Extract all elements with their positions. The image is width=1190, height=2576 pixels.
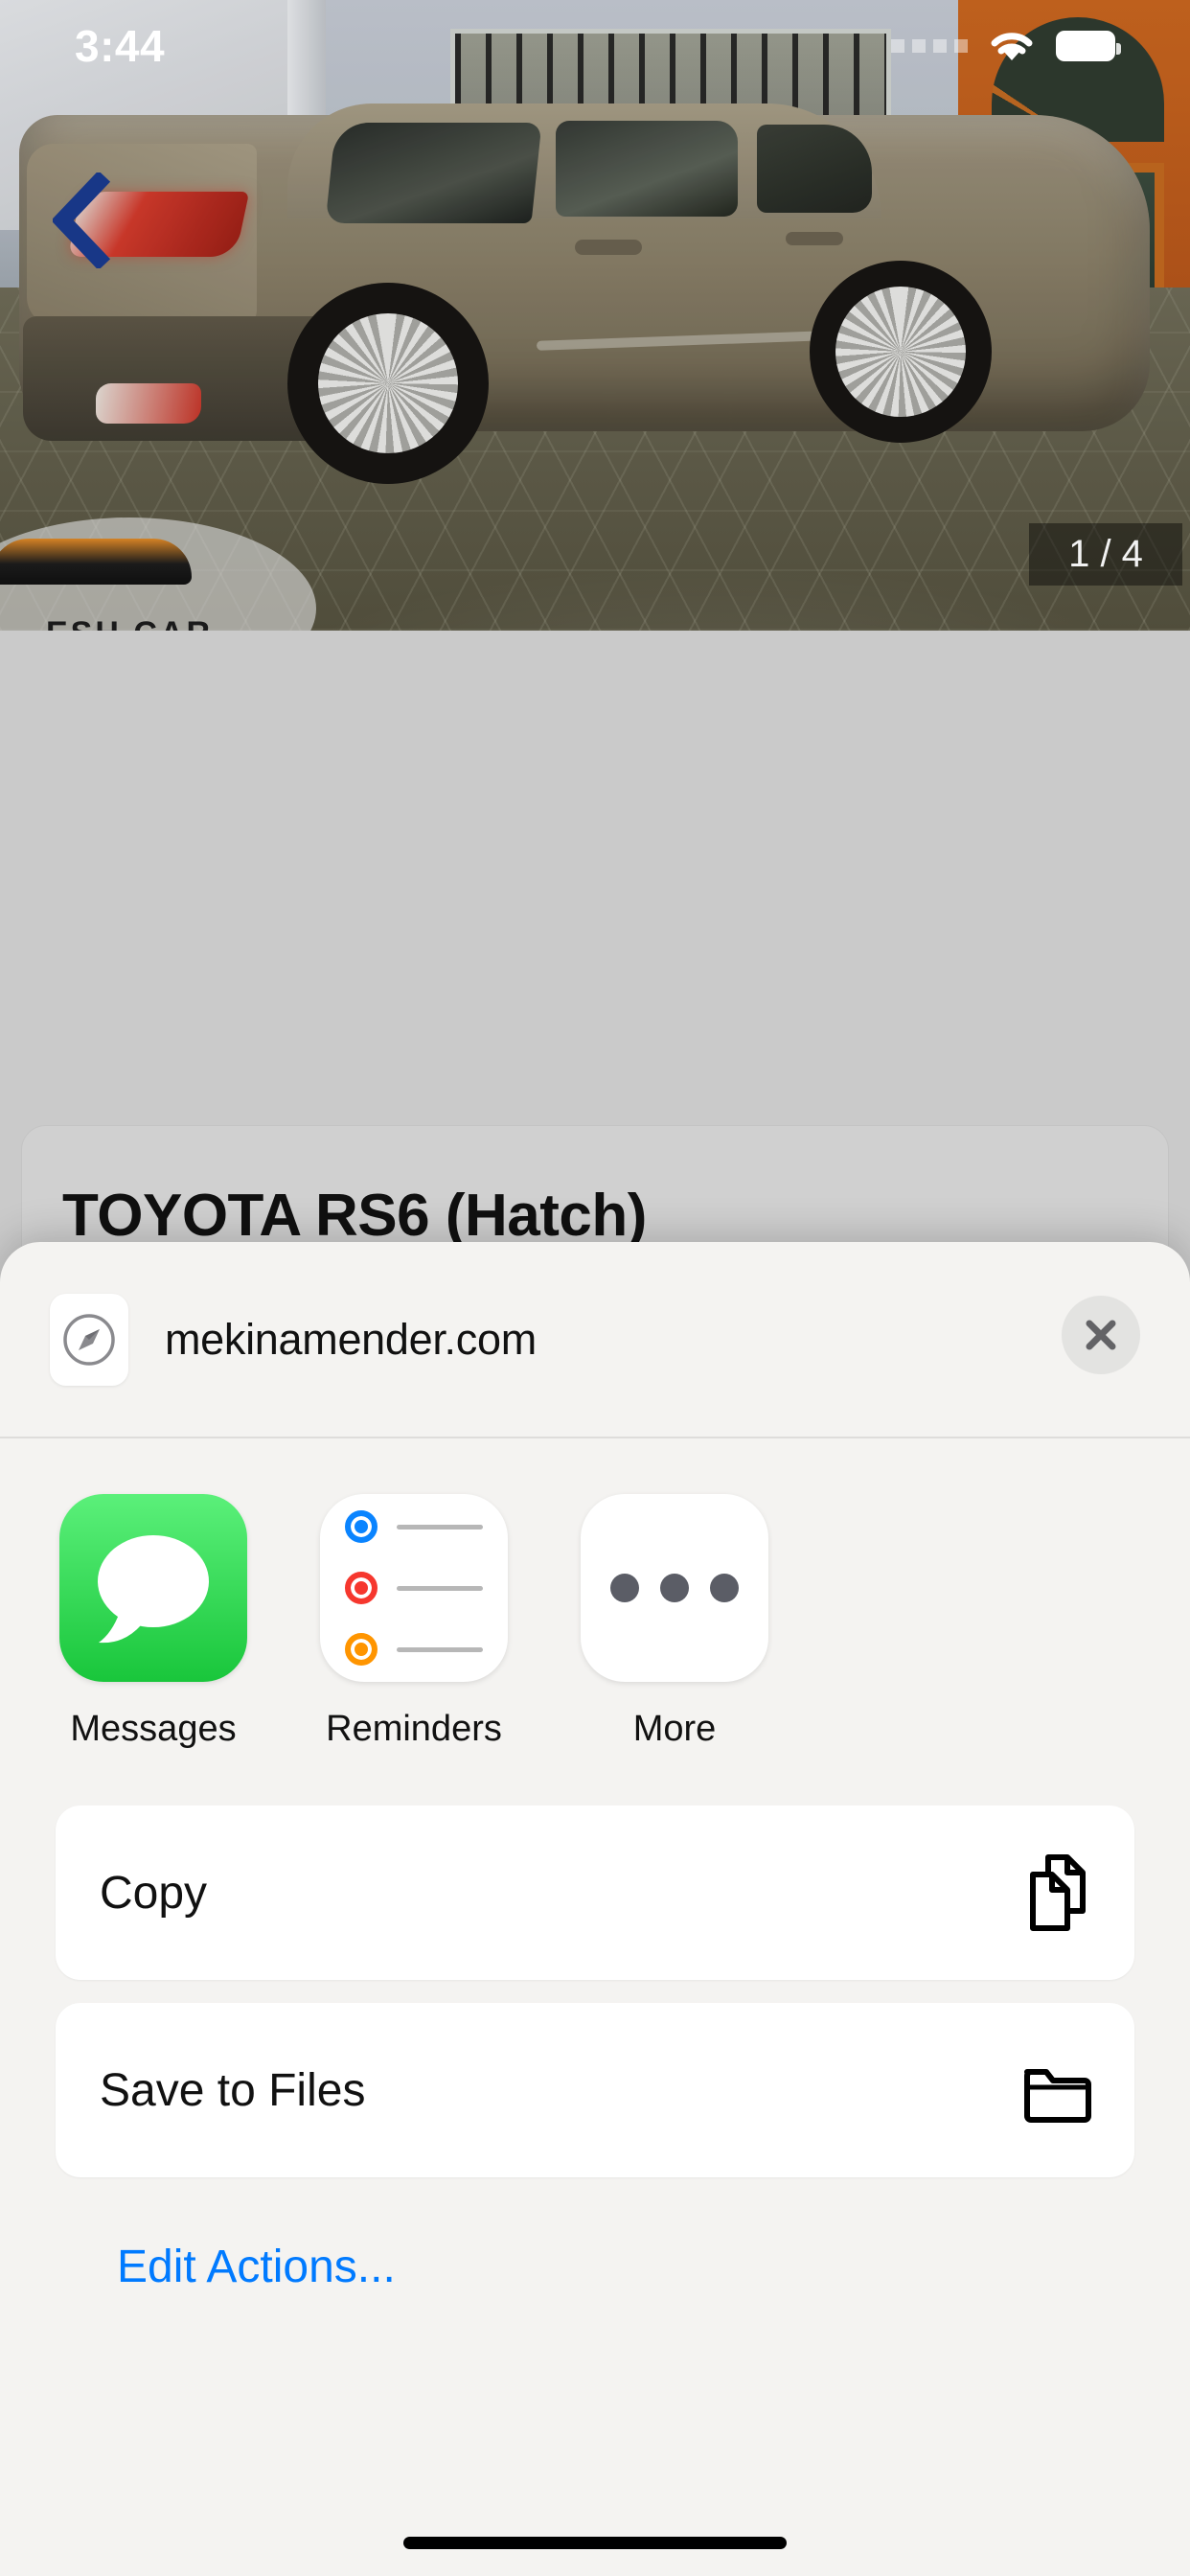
messages-app-tile: [59, 1494, 247, 1682]
folder-icon: [1019, 2057, 1092, 2124]
reminders-list-icon: [320, 1510, 508, 1666]
safari-compass-icon: [63, 1313, 115, 1366]
reminders-app-tile: [320, 1494, 508, 1682]
action-label: Save to Files: [100, 2064, 366, 2116]
share-app-label: Messages: [70, 1709, 237, 1749]
share-app-messages[interactable]: Messages: [59, 1494, 247, 1750]
reminder-line: [345, 1633, 483, 1666]
wifi-icon: [991, 33, 1033, 60]
reminder-line: [345, 1572, 483, 1604]
share-apps-row: Messages Reminders More: [0, 1438, 1190, 1750]
share-source-url: mekinamender.com: [165, 1314, 537, 1364]
edit-actions-button[interactable]: Edit Actions...: [117, 2241, 396, 2293]
share-sheet: mekinamender.com Messages Reminders More…: [0, 1242, 1190, 2576]
home-indicator[interactable]: [403, 2537, 787, 2549]
share-app-label: More: [632, 1709, 717, 1749]
more-ellipsis-icon: [610, 1574, 739, 1602]
reminder-line: [345, 1510, 483, 1543]
status-indicators: [891, 26, 1121, 66]
signal-dots-icon: [891, 39, 968, 53]
share-sheet-header: mekinamender.com: [0, 1242, 1190, 1438]
share-app-label: Reminders: [326, 1709, 502, 1749]
more-app-tile: [581, 1494, 768, 1682]
safari-app-tile: [50, 1293, 128, 1386]
status-bar: 3:44: [0, 0, 1190, 92]
messages-bubble-icon: [98, 1535, 209, 1644]
action-row-copy[interactable]: Copy: [56, 1806, 1134, 1980]
action-label: Copy: [100, 1867, 208, 1919]
action-row-save-to-files[interactable]: Save to Files: [56, 2003, 1134, 2177]
close-x-icon: [1086, 1320, 1116, 1350]
close-button[interactable]: [1062, 1296, 1140, 1374]
battery-icon: [1056, 31, 1121, 61]
status-time: 3:44: [75, 21, 166, 71]
share-app-reminders[interactable]: Reminders: [320, 1494, 508, 1750]
copy-documents-icon: [1023, 1852, 1092, 1934]
share-actions-list: Copy Save to Files Edit Actions...: [0, 1750, 1190, 2293]
share-app-more[interactable]: More: [581, 1494, 768, 1750]
